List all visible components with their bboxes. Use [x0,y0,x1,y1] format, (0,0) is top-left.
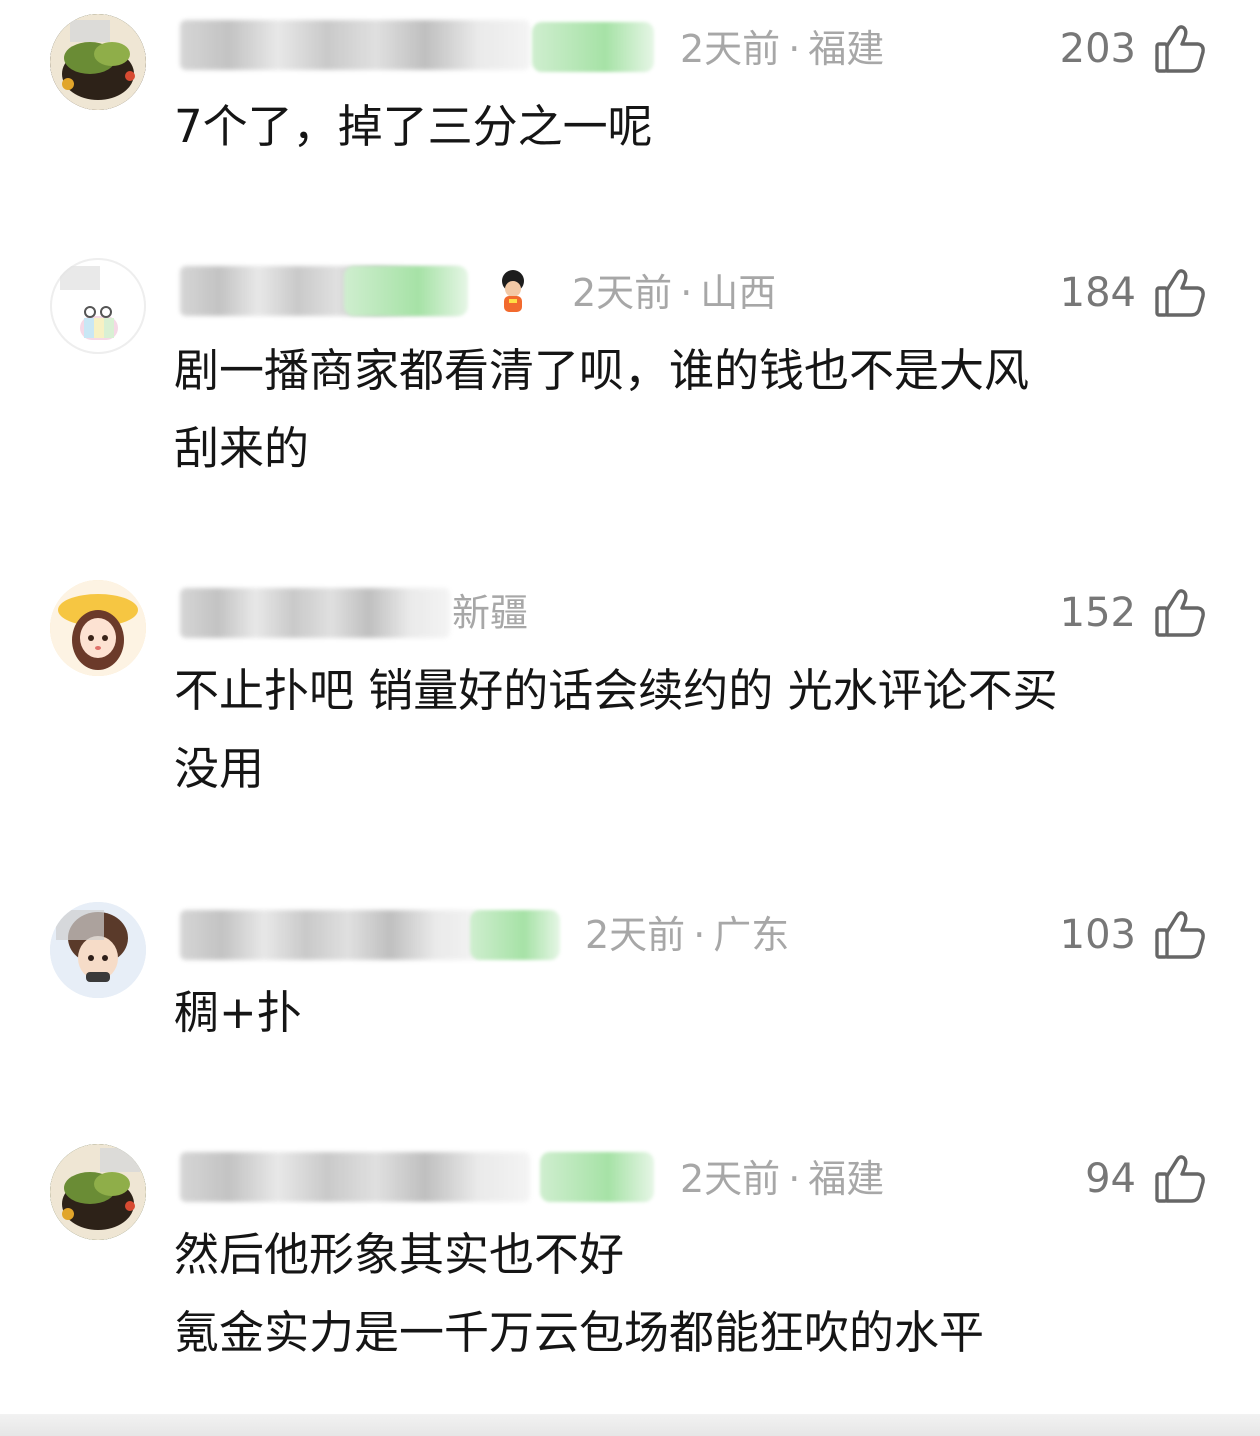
thumbs-up-icon[interactable] [1154,24,1206,74]
comment-meta: 2天前 · 广东 [585,913,790,957]
medal-icon [496,268,530,316]
thumbs-up-icon[interactable] [1154,588,1206,638]
avatar[interactable] [50,580,146,676]
comment-line: 不止扑吧 销量好的话会续约的 光水评论不买 [174,664,1058,717]
comment-time: 2天前 [585,913,686,957]
comment-time: 2天前 [680,27,781,71]
comment-line: 然后他形象其实也不好 [174,1228,625,1281]
comment-line: 剧一播商家都看清了呗，谁的钱也不是大风 [174,344,1030,397]
like-count: 203 [1059,26,1136,72]
comment-location: 福建 [808,1157,885,1201]
user-badge [532,22,654,72]
avatar[interactable] [50,902,146,998]
comment-meta: 2天前 · 福建 [680,27,885,71]
comment-location: 山西 [700,271,777,315]
thumbs-up-icon[interactable] [1154,910,1206,960]
avatar[interactable] [50,258,146,354]
comment-location: 福建 [808,27,885,71]
bottom-edge [0,1414,1260,1436]
comment-body: 然后他形象其实也不好 氪金实力是一千万云包场都能狂吹的水平 [174,1216,1214,1372]
user-badge [540,1152,654,1202]
comment-body: 稠+扑 [174,974,1214,1052]
comment-meta: 新疆 [452,588,528,638]
thumbs-up-icon[interactable] [1154,268,1206,318]
like-count: 184 [1059,270,1136,316]
comment-location: 广东 [713,913,790,957]
avatar[interactable] [50,14,146,110]
username-blurred[interactable] [180,20,530,70]
like-count: 152 [1059,590,1136,636]
comment-body: 剧一播商家都看清了呗，谁的钱也不是大风 刮来的 [174,332,1214,488]
comment-meta: 2天前 · 山西 [572,271,777,315]
comment-location: 新疆 [452,591,529,635]
avatar[interactable] [50,1144,146,1240]
username-blurred[interactable] [180,1152,530,1202]
comment-line: 刮来的 [174,422,310,475]
comment-time: 2天前 [680,1157,781,1201]
comment-line: 7个了，掉了三分之一呢 [174,100,653,153]
thumbs-up-icon[interactable] [1154,1154,1206,1204]
comment-line: 没用 [174,742,265,795]
comment-body: 7个了，掉了三分之一呢 [174,88,1214,166]
comment-line: 稠+扑 [174,986,302,1039]
username-blurred[interactable] [180,588,450,638]
user-badge [344,266,468,316]
comment-body: 不止扑吧 销量好的话会续约的 光水评论不买 没用 [174,652,1214,808]
comment-meta: 2天前 · 福建 [680,1157,885,1201]
comment-line: 氪金实力是一千万云包场都能狂吹的水平 [174,1306,985,1359]
like-count: 103 [1059,912,1136,958]
like-count: 94 [1085,1156,1136,1202]
comment-time: 2天前 [572,271,673,315]
username-blurred[interactable] [180,910,480,960]
user-badge [470,910,560,960]
